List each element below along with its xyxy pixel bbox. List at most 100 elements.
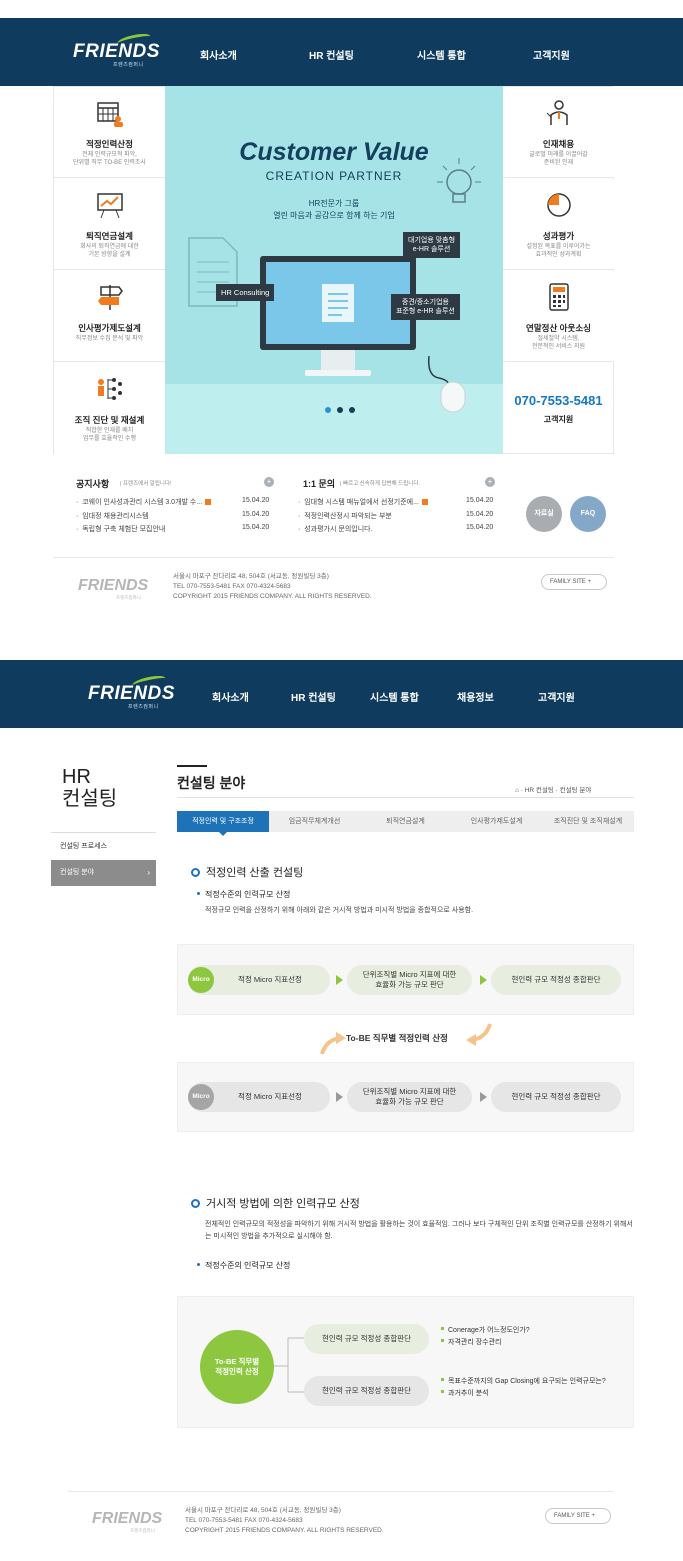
arrow-right-icon [336,1092,343,1102]
title-accent-bar [177,765,207,767]
qa-board: 1:1 문의 | 빠르고 신속하게 답변해 드립니다. + · 임대형 시스템 … [298,477,495,537]
document-stack-icon [322,284,354,322]
service-desc: 직무정보 수집 분석 및 파악 [75,336,144,342]
service-title: 인재채용 [542,139,575,149]
faq-button[interactable]: FAQ [570,496,606,532]
tab-staffing[interactable]: 적정인력 및 구조조정 [177,811,269,832]
footer-divider [68,1491,614,1492]
slider-dot-2[interactable] [337,407,343,413]
footer-divider [53,557,614,558]
qa-more-button[interactable]: + [485,477,495,487]
bubble-enterprise-ehr[interactable]: 대기업용 맞춤형 e-HR 솔루션 [403,232,461,258]
service-title: 조직 진단 및 재설계 [74,415,145,425]
note-group-2: 목표수준까지의 Gap Closing에 요구되는 인력규모는? 과거추이 분석 [441,1376,606,1400]
page-title: 컨설팅 분야 [177,775,246,791]
step-overall: 현인력 규모 적정성 종합판단 [491,1082,621,1112]
family-site-select[interactable]: FAMILY SITE + [545,1508,611,1524]
nav-system-integration[interactable]: 시스템 통합 [417,47,466,62]
service-performance[interactable]: 성과평가 설정된 목표를 이루어가는 효과적인 성과계획 [503,179,614,270]
service-evaluation-design[interactable]: 인사평가제도설계 직무정보 수집 분석 및 파악 [54,271,165,362]
qa-title: 1:1 문의 [303,479,336,489]
monitor-stand [321,350,355,370]
hero-banner[interactable]: Customer Value CREATION PARTNER HR전문가 그룹… [165,86,503,454]
qa-row[interactable]: · 임대형 시스템 매뉴얼에서 선정기준에... 15.04.20 [298,497,493,507]
nav-support[interactable]: 고객지원 [538,689,575,704]
notice-more-button[interactable]: + [264,477,274,487]
nav-hr-consulting[interactable]: HR 컨설팅 [309,47,354,62]
service-title: 인사평가제도설계 [78,323,141,333]
micro-badge: Micro [188,967,214,993]
square-bullet-icon [441,1390,444,1393]
footer-address: 서울시 마포구 잔다리로 48, 504호 (서교동, 정원빌딩 3층) TEL… [185,1507,384,1534]
calendar-person-icon [97,102,123,127]
bubble-sme-ehr[interactable]: 중견/중소기업용 표준형 e-HR 솔루션 [391,294,460,320]
to-be-label: To-BE 직무별 적정인력 산정 [346,1033,448,1043]
notice-row[interactable]: · 독립형 구축 체험단 모집안내 15.04.20 [76,524,269,534]
nav-system-integration[interactable]: 시스템 통합 [370,689,419,704]
logo[interactable]: FRIENDS 프렌즈컴퍼니 [73,31,160,68]
square-bullet-icon [441,1339,444,1342]
family-site-select[interactable]: FAMILY SITE + [541,574,607,590]
nav-company[interactable]: 회사소개 [200,47,237,62]
signpost-icon [98,285,123,310]
service-pension[interactable]: 퇴직연금설계 회사의 퇴직연금에 대한 기본 방향을 설계 [54,179,165,270]
qa-row[interactable]: · 성과평가시 문의입니다. 15.04.20 [298,524,493,534]
tab-pointer-icon [219,832,227,836]
lnb-item-fields[interactable]: 컨설팅 분야 › [51,860,156,886]
monitor-screen [266,262,410,344]
notice-title: 공지사항 [76,479,110,489]
section1-heading: 적정인력 산출 컨설팅 [191,864,303,880]
dot-bullet-icon [197,1263,200,1266]
dot-bullet-icon [197,892,200,895]
tab-wage[interactable]: 임금직무체계개선 [269,811,360,832]
section1-subheading: 적정수준의 인력규모 산정 [197,889,290,900]
sub-logo[interactable]: FRIENDS 프렌즈컴퍼니 [88,673,175,710]
nav-careers[interactable]: 채용정보 [457,689,494,704]
overall-judgment-pill-1: 현인력 규모 적정성 종합판단 [304,1324,429,1354]
service-staffing[interactable]: 적정인력산정 전체 인력규모적 파악, 단위별 직무 TO-BE 인력조사 [54,87,165,178]
to-be-circle: To-BE 직무별 적정인력 산정 [200,1330,274,1404]
logo-subtitle: 프렌즈컴퍼니 [113,62,144,68]
service-title: 퇴직연금설계 [86,231,133,241]
connector-lines [274,1337,304,1393]
micro-badge: Micro [188,1084,214,1110]
footer-logo: FRIENDS 프렌즈컴퍼니 [92,1510,163,1533]
service-org-diagnosis[interactable]: 조직 진단 및 재설계 적합한 인재를 배치 업무를 효율적인 수행 [54,363,165,454]
service-title: 성과평가 [542,231,575,241]
service-recruiting[interactable]: 인재채용 글로벌 미래를 이끌어갈 준비된 인재 [503,87,614,178]
service-desc: 설정된 목표를 이루어가는 효과적인 성과계획 [526,244,591,258]
step-overall: 현인력 규모 적정성 종합판단 [491,965,621,995]
calculator-icon [549,283,569,311]
square-bullet-icon [441,1378,444,1381]
service-desc: 회사의 퇴직연금에 대한 기본 방향을 설계 [80,244,139,258]
nav-hr-consulting[interactable]: HR 컨설팅 [291,689,336,704]
nav-support[interactable]: 고객지원 [533,47,570,62]
notice-row[interactable]: · 코웨이 인사성과관리 시스템 3.0개발 수... 15.04.20 [76,497,269,507]
slider-dot-3[interactable] [349,407,355,413]
notice-row[interactable]: · 임대정 채용관리시스템 15.04.20 [76,511,269,521]
footer-logo: FRIENDS 프렌즈컴퍼니 [78,577,149,600]
qa-subtitle: | 빠르고 신속하게 답변해 드립니다. [340,481,420,487]
bubble-hr-consulting[interactable]: HR Consulting [216,284,275,301]
chevron-right-icon: › [147,868,150,877]
tab-pension[interactable]: 퇴직연금설계 [360,811,451,832]
section2-heading: 거시적 방법에 의한 인력규모 산정 [191,1195,360,1211]
tab-bar: 적정인력 및 구조조정 임금직무체계개선 퇴직연금설계 인사평가제도설계 조직진… [177,811,634,832]
qa-row[interactable]: · 적정인력산정시 파악되는 부분 15.04.20 [298,511,493,521]
service-desc: 글로벌 미래를 이끌어갈 준비된 인재 [529,152,588,166]
service-desc: 전체 인력규모적 파악, 단위별 직무 TO-BE 인력조사 [73,152,146,166]
org-chart-icon [98,378,122,400]
slider-dot-1[interactable] [325,407,331,413]
overall-judgment-pill-2: 현인력 규모 적정성 종합판단 [304,1376,429,1406]
service-title: 적정인력산정 [86,139,133,149]
service-tax-outsourcing[interactable]: 연말정산 아웃소싱 절세절약 시스템, 전문적인 서비스 지원 [503,271,614,362]
tab-organization[interactable]: 조직진단 및 조직재설계 [542,811,634,832]
lnb-item-process[interactable]: 컨설팅 프로세스 [51,834,156,860]
tab-evaluation[interactable]: 인사평가제도설계 [451,811,542,832]
lightbulb-icon [437,158,481,203]
sub-top-navigation-bar: FRIENDS 프렌즈컴퍼니 회사소개 HR 컨설팅 시스템 통합 채용정보 고… [0,660,683,728]
section2-subheading: 적정수준의 인력규모 산정 [197,1260,290,1271]
support-phone[interactable]: 070-7553-5481 [503,393,614,408]
nav-company[interactable]: 회사소개 [212,689,249,704]
files-button[interactable]: 자료실 [526,496,562,532]
